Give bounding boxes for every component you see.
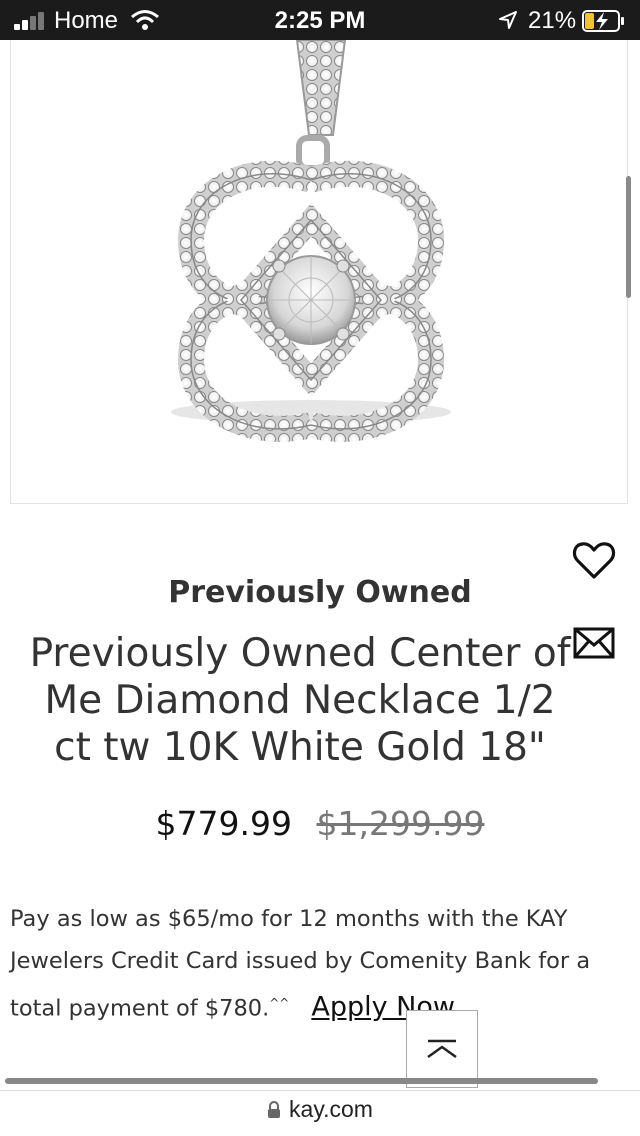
financing-offer: Pay as low as $65/mo for 12 months with … xyxy=(10,898,610,1030)
status-bar: Home 2:25 PM 21% xyxy=(0,0,640,40)
brand-label[interactable]: Previously Owned xyxy=(0,575,640,610)
horizontal-scrollbar[interactable] xyxy=(5,1078,598,1084)
sale-price: $779.99 xyxy=(155,804,292,843)
battery-percentage: 21% xyxy=(528,7,577,34)
chevron-up-icon xyxy=(427,1039,457,1059)
scrollbar-thumb[interactable] xyxy=(626,176,631,298)
necklace-pendant-image xyxy=(171,39,451,442)
original-price: $1,299.99 xyxy=(316,804,485,843)
back-to-top-button[interactable] xyxy=(406,1010,478,1088)
heart-icon[interactable] xyxy=(572,540,616,580)
battery-charging-icon xyxy=(582,10,624,32)
url-text: kay.com xyxy=(289,1096,373,1122)
financing-text: Pay as low as $65/mo for 12 months with … xyxy=(10,906,591,1022)
product-image[interactable] xyxy=(10,39,628,504)
financing-footnote-mark: ^^ xyxy=(269,996,290,1010)
price-row: $779.99 $1,299.99 xyxy=(0,804,640,843)
address-bar[interactable]: kay.com xyxy=(0,1096,640,1123)
lock-icon xyxy=(268,1101,281,1118)
location-icon xyxy=(499,11,517,29)
product-title: Previously Owned Center of Me Diamond Ne… xyxy=(29,631,571,770)
browser-divider xyxy=(0,1090,640,1091)
